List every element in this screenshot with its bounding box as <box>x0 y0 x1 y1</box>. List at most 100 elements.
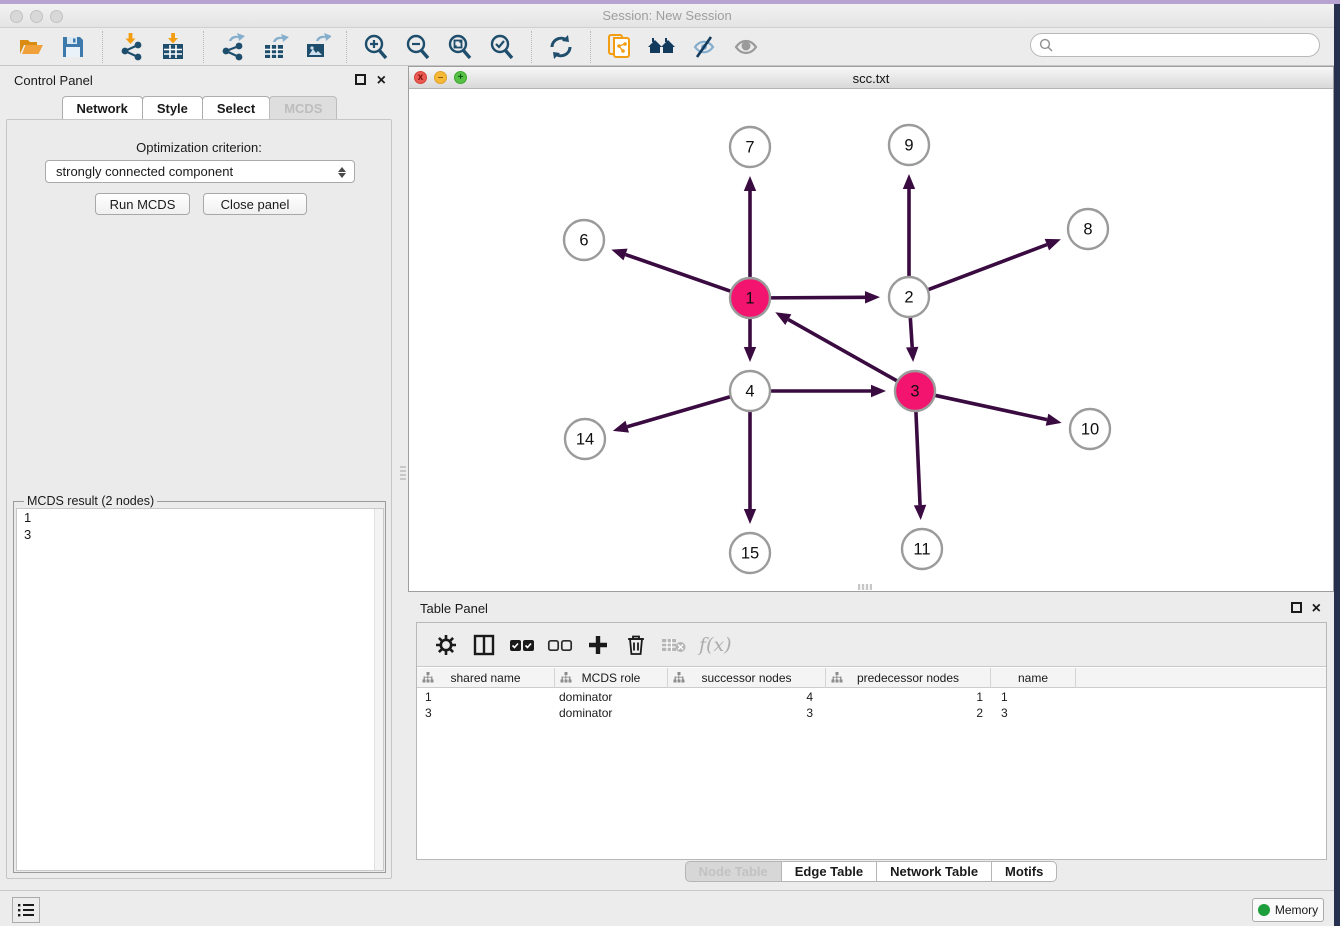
delete-table-button[interactable] <box>659 630 689 660</box>
import-network-button[interactable] <box>117 32 147 62</box>
export-arrow-icon <box>316 33 331 41</box>
network-window-grip[interactable] <box>858 584 872 590</box>
unselect-all-button[interactable] <box>545 630 575 660</box>
column-settings-button[interactable] <box>431 630 461 660</box>
graph-edge-2-8[interactable] <box>926 245 1047 291</box>
edge-arrowhead-icon <box>1045 239 1061 251</box>
tab-style[interactable]: Style <box>142 96 203 119</box>
hide-selected-button[interactable] <box>689 32 719 62</box>
import-arrow-icon <box>126 33 136 44</box>
vertical-splitter[interactable] <box>398 66 408 884</box>
search-input[interactable] <box>1053 35 1319 55</box>
result-scrollbar[interactable] <box>374 509 383 870</box>
zoom-out-button[interactable] <box>403 32 433 62</box>
zoom-fit-button[interactable] <box>445 32 475 62</box>
tab-select[interactable]: Select <box>202 96 270 119</box>
show-hidden-button[interactable] <box>731 32 761 62</box>
graph-edge-3-1[interactable] <box>788 320 899 383</box>
refresh-icon <box>548 34 574 60</box>
table-cell[interactable]: 1 <box>417 689 555 705</box>
zoom-fit-icon <box>446 33 474 61</box>
table-cell[interactable]: 4 <box>668 689 826 705</box>
export-image-button[interactable] <box>302 32 332 62</box>
toolbar-separator <box>531 31 532 63</box>
table-cell[interactable]: 1 <box>826 689 991 705</box>
zoom-in-icon <box>362 33 390 61</box>
edge-arrowhead-icon <box>744 347 756 362</box>
close-table-panel-icon[interactable]: × <box>1312 603 1321 614</box>
column-header-shared-name[interactable]: shared name <box>417 668 555 688</box>
close-panel-button[interactable]: Close panel <box>203 193 307 215</box>
edge-arrowhead-icon <box>903 174 915 189</box>
table-cell[interactable]: 3 <box>991 705 1076 721</box>
plus-icon <box>587 634 609 656</box>
memory-ok-icon <box>1258 904 1270 916</box>
tab-edge-table[interactable]: Edge Table <box>782 861 877 882</box>
apply-layout-button[interactable] <box>546 32 576 62</box>
table-cell[interactable]: 3 <box>417 705 555 721</box>
search-box[interactable] <box>1030 33 1320 57</box>
open-session-button[interactable] <box>16 32 46 62</box>
function-builder-button[interactable]: f(x) <box>699 634 732 656</box>
table-cell[interactable]: dominator <box>555 689 668 705</box>
column-header-mcds-role[interactable]: MCDS role <box>555 668 668 688</box>
add-row-button[interactable] <box>583 630 613 660</box>
run-mcds-button[interactable]: Run MCDS <box>95 193 190 215</box>
memory-status-button[interactable]: Memory <box>1252 898 1324 922</box>
graph-node-label: 4 <box>745 383 754 401</box>
table-cell[interactable]: 2 <box>826 705 991 721</box>
task-history-button[interactable] <box>12 897 40 923</box>
float-panel-icon[interactable] <box>355 74 366 85</box>
dropdown-stepper-icon <box>336 164 348 180</box>
tab-network[interactable]: Network <box>62 96 143 119</box>
graph-node-label: 6 <box>579 232 588 250</box>
list-icon <box>18 903 34 917</box>
clone-network-button[interactable] <box>605 32 635 62</box>
column-header-name[interactable]: name <box>991 668 1076 688</box>
control-panel: Control Panel × Network Style Select MCD… <box>0 66 398 884</box>
panel-layout-button[interactable] <box>469 630 499 660</box>
network-canvas[interactable]: 1234678910111415 <box>409 89 1333 591</box>
mcds-result-box[interactable]: 1 3 <box>16 508 384 871</box>
save-floppy-icon <box>61 35 85 59</box>
tab-mcds[interactable]: MCDS <box>269 96 337 119</box>
float-table-panel-icon[interactable] <box>1291 602 1302 613</box>
table-toolbar: f(x) <box>417 623 1326 667</box>
eye-slash-icon <box>690 34 718 60</box>
table-row[interactable]: 3dominator323 <box>417 705 1326 721</box>
tab-motifs[interactable]: Motifs <box>992 861 1057 882</box>
criterion-dropdown[interactable]: strongly connected component <box>45 160 355 183</box>
column-header-successor-nodes[interactable]: successor nodes <box>668 668 826 688</box>
delete-table-icon <box>661 636 687 654</box>
graph-edge-1-2[interactable] <box>768 297 865 298</box>
table-cell[interactable]: 1 <box>991 689 1076 705</box>
graph-edge-1-6[interactable] <box>626 255 733 293</box>
import-table-button[interactable] <box>159 32 189 62</box>
table-cell[interactable]: 3 <box>668 705 826 721</box>
zoom-selected-button[interactable] <box>487 32 517 62</box>
zoom-in-button[interactable] <box>361 32 391 62</box>
edge-arrowhead-icon <box>1046 414 1062 426</box>
close-panel-icon[interactable]: × <box>377 75 386 86</box>
export-table-button[interactable] <box>260 32 290 62</box>
export-arrow-icon <box>273 34 289 42</box>
graph-edge-4-14[interactable] <box>627 396 732 427</box>
splitter-grip[interactable] <box>400 466 406 480</box>
select-all-button[interactable] <box>507 630 537 660</box>
table-grid-icon <box>164 45 182 58</box>
clone-network-icon <box>606 33 634 61</box>
export-network-button[interactable] <box>218 32 248 62</box>
home-button[interactable] <box>647 32 677 62</box>
tab-network-table[interactable]: Network Table <box>877 861 992 882</box>
table-cell[interactable]: dominator <box>555 705 668 721</box>
tab-node-table[interactable]: Node Table <box>685 861 782 882</box>
column-header-filler <box>1076 668 1326 688</box>
column-header-predecessor-nodes[interactable]: predecessor nodes <box>826 668 991 688</box>
delete-row-button[interactable] <box>621 630 651 660</box>
graph-edge-3-10[interactable] <box>933 395 1047 420</box>
graph-edge-2-3[interactable] <box>910 315 912 347</box>
graph-edge-3-11[interactable] <box>916 409 920 505</box>
table-row[interactable]: 1dominator411 <box>417 689 1326 705</box>
save-session-button[interactable] <box>58 32 88 62</box>
network-window-titlebar[interactable]: x – + scc.txt <box>409 67 1333 89</box>
